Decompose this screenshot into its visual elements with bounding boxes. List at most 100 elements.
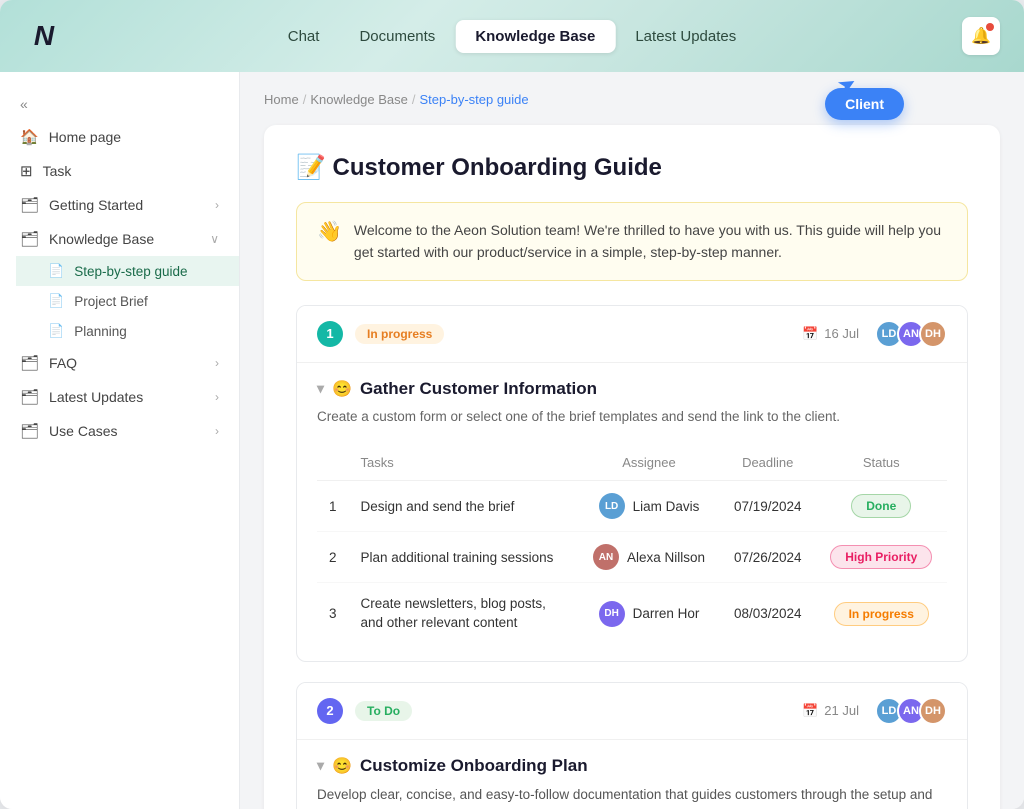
sidebar-item-knowledge-base[interactable]: 🗂 Knowledge Base ∨ (0, 222, 239, 256)
smile-icon-2: 😊 (332, 756, 352, 776)
sidebar-item-getting-started[interactable]: 🗂 Getting Started › (0, 188, 239, 222)
assignee-avatar-1: LD (599, 493, 625, 519)
row-num-2: 2 (317, 532, 349, 583)
assignee-cell-2: AN Alexa Nillson (578, 532, 720, 583)
assignee-avatar-3: DH (599, 601, 625, 627)
task-icon: ⊞ (20, 162, 33, 180)
header-right: 🔔 (962, 17, 1000, 55)
step-avatars-1: LD AN DH (875, 320, 947, 348)
step-section-2: 2 To Do 📅 21 Jul LD AN DH (296, 682, 968, 809)
table-row: 3 Create newsletters, blog posts, and ot… (317, 583, 947, 645)
client-tooltip: Client (825, 88, 904, 120)
welcome-box: 👋 Welcome to the Aeon Solution team! We'… (296, 202, 968, 281)
notification-dot (986, 23, 994, 31)
step-header-1: 1 In progress 📅 16 Jul LD AN DH (297, 306, 967, 362)
chevron-right-icon-faq: › (215, 356, 219, 370)
step-badge-2: To Do (355, 701, 412, 721)
folder-icon-5: 🗂 (20, 422, 39, 440)
table-row: 1 Design and send the brief LD Liam Davi… (317, 481, 947, 532)
sidebar-item-faq[interactable]: 🗂 FAQ › (0, 346, 239, 380)
sidebar-collapse-button[interactable]: « (0, 88, 239, 120)
folder-icon-2: 🗂 (20, 230, 39, 248)
chevron-right-icon-lu: › (215, 390, 219, 404)
chevron-down-small-1: ▾ (317, 380, 324, 397)
sidebar-item-project-brief[interactable]: 📄 Project Brief (16, 286, 239, 316)
table-row: 2 Plan additional training sessions AN A… (317, 532, 947, 583)
col-status: Status (816, 445, 948, 481)
nav-tabs: Chat Documents Knowledge Base Latest Upd… (268, 20, 757, 53)
home-icon (20, 128, 39, 146)
chevron-right-icon-uc: › (215, 424, 219, 438)
col-deadline: Deadline (720, 445, 816, 481)
step-section-1: 1 In progress 📅 16 Jul LD AN DH (296, 305, 968, 662)
step-header-2: 2 To Do 📅 21 Jul LD AN DH (297, 683, 967, 739)
chevron-down-small-2: ▾ (317, 757, 324, 774)
tab-chat[interactable]: Chat (268, 20, 340, 53)
status-badge-3: In progress (834, 602, 929, 626)
sep-1: / (303, 92, 307, 107)
main-content: Home / Knowledge Base / Step-by-step gui… (240, 72, 1024, 809)
status-badge-1: Done (851, 494, 911, 518)
doc-icon-3: 📄 (48, 323, 64, 339)
wave-icon: 👋 (317, 219, 342, 244)
chevron-right-icon: › (215, 198, 219, 212)
welcome-text: Welcome to the Aeon Solution team! We're… (354, 219, 947, 264)
step-date-1: 📅 16 Jul LD AN DH (802, 320, 947, 348)
step-date-2: 📅 21 Jul LD AN DH (802, 697, 947, 725)
content-card: 📝 Customer Onboarding Guide 👋 Welcome to… (264, 125, 1000, 809)
calendar-icon-1: 📅 (802, 326, 818, 342)
folder-icon-3: 🗂 (20, 354, 39, 372)
task-name-2: Plan additional training sessions (349, 532, 579, 583)
breadcrumb-home[interactable]: Home (264, 92, 299, 107)
sep-2: / (412, 92, 416, 107)
deadline-2: 07/26/2024 (720, 532, 816, 583)
doc-icon-2: 📄 (48, 293, 64, 309)
sidebar-item-task[interactable]: ⊞ Task (0, 154, 239, 188)
header: N Chat Documents Knowledge Base Latest U… (0, 0, 1024, 72)
deadline-3: 08/03/2024 (720, 583, 816, 645)
deadline-1: 07/19/2024 (720, 481, 816, 532)
step-description-1: Create a custom form or select one of th… (317, 407, 947, 427)
smile-icon: 😊 (332, 379, 352, 399)
assignee-cell-1: LD Liam Davis (578, 481, 720, 532)
task-table: Tasks Assignee Deadline Status 1 Design … (317, 445, 947, 645)
step-avatars-2: LD AN DH (875, 697, 947, 725)
sidebar-sub-knowledge-base: 📄 Step-by-step guide 📄 Project Brief 📄 P… (0, 256, 239, 346)
col-assignee: Assignee (578, 445, 720, 481)
chevron-down-icon-kb: ∨ (210, 232, 219, 246)
breadcrumb-section[interactable]: Knowledge Base (310, 92, 408, 107)
status-cell-1: Done (816, 481, 948, 532)
col-tasks: Tasks (349, 445, 579, 481)
task-name-1: Design and send the brief (349, 481, 579, 532)
sidebar-item-latest-updates[interactable]: 🗂 Latest Updates › (0, 380, 239, 414)
tab-latest-updates[interactable]: Latest Updates (615, 20, 756, 53)
step-number-1: 1 (317, 321, 343, 347)
row-num-1: 1 (317, 481, 349, 532)
sidebar-item-home[interactable]: Home page (0, 120, 239, 154)
folder-icon-4: 🗂 (20, 388, 39, 406)
step-body-1: ▾ 😊 Gather Customer Information Create a… (297, 362, 967, 661)
avatar-6: DH (919, 697, 947, 725)
folder-icon-1: 🗂 (20, 196, 39, 214)
tab-knowledge-base[interactable]: Knowledge Base (455, 20, 615, 53)
doc-icon-1: 📄 (48, 263, 64, 279)
sidebar-item-step-guide[interactable]: 📄 Step-by-step guide (16, 256, 239, 286)
row-num-3: 3 (317, 583, 349, 645)
page-title: 📝 Customer Onboarding Guide (296, 153, 968, 182)
sidebar-item-use-cases[interactable]: 🗂 Use Cases › (0, 414, 239, 448)
step-number-2: 2 (317, 698, 343, 724)
sidebar-item-planning[interactable]: 📄 Planning (16, 316, 239, 346)
step-subtitle-1: ▾ 😊 Gather Customer Information (317, 379, 947, 399)
status-badge-2: High Priority (830, 545, 932, 569)
logo[interactable]: N (24, 16, 64, 56)
status-cell-3: In progress (816, 583, 948, 645)
tab-documents[interactable]: Documents (339, 20, 455, 53)
status-cell-2: High Priority (816, 532, 948, 583)
logo-icon: N (34, 20, 54, 52)
app-container: N Chat Documents Knowledge Base Latest U… (0, 0, 1024, 809)
notification-button[interactable]: 🔔 (962, 17, 1000, 55)
assignee-cell-3: DH Darren Hor (578, 583, 720, 645)
assignee-avatar-2: AN (593, 544, 619, 570)
col-num (317, 445, 349, 481)
step-body-2: ▾ 😊 Customize Onboarding Plan Develop cl… (297, 739, 967, 809)
